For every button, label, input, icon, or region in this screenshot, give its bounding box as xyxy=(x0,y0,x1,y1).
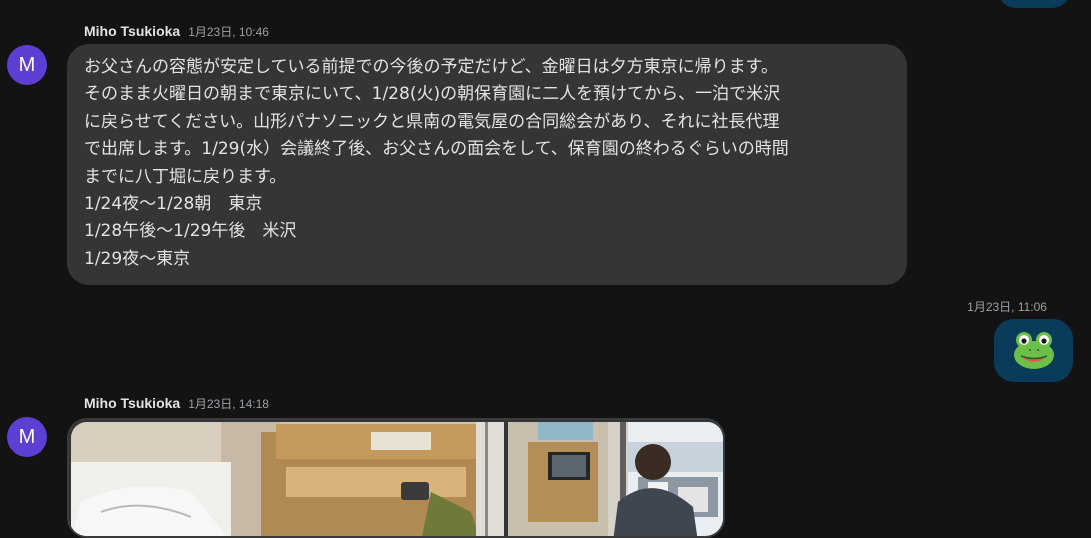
sender-name: Miho Tsukioka xyxy=(84,23,181,39)
message-text-line: に戻らせてください。山形パナソニックと県南の電気屋の合同総会があり、それに社長代… xyxy=(84,111,780,132)
message-text-line: 1/24夜〜1/28朝 東京 xyxy=(84,193,263,214)
frog-face-icon xyxy=(1014,332,1054,369)
message-text-line: までに八丁堀に戻ります。 xyxy=(84,166,287,187)
message-bubble[interactable]: お父さんの容態が安定している前提での今後の予定だけど、金曜日は夕方東京に帰ります… xyxy=(67,44,907,285)
image-attachment-group[interactable] xyxy=(67,418,725,538)
outgoing-emoji-bubble[interactable] xyxy=(994,319,1073,382)
avatar[interactable]: M xyxy=(7,45,47,85)
message-text-line: 1/28午後〜1/29午後 米沢 xyxy=(84,221,297,242)
message-text-line: 1/29夜〜東京 xyxy=(84,248,191,269)
hospital-room-photo xyxy=(71,422,504,536)
message-timestamp: 1月23日, 10:46 xyxy=(188,25,269,39)
window-view-photo xyxy=(508,422,723,536)
message-text-line: で出席します。1/29(水）会議終了後、お父さんの面会をして、保育園の終わるぐら… xyxy=(84,139,789,160)
message-header: Miho Tsukioka 1月23日, 14:18 xyxy=(84,394,269,412)
message-text-line: そのまま火曜日の朝まで東京にいて、1/28(火)の朝保育園に二人を預けてから、一… xyxy=(84,84,781,105)
previous-outgoing-bubble[interactable] xyxy=(998,0,1070,8)
photo-thumbnail[interactable] xyxy=(71,422,504,536)
message-timestamp: 1月23日, 11:06 xyxy=(967,300,1047,314)
message-timestamp: 1月23日, 14:18 xyxy=(188,397,269,411)
message-header: Miho Tsukioka 1月23日, 10:46 xyxy=(84,22,269,40)
avatar[interactable]: M xyxy=(7,417,47,457)
photo-thumbnail[interactable] xyxy=(508,422,723,536)
message-text-line: お父さんの容態が安定している前提での今後の予定だけど、金曜日は夕方東京に帰ります… xyxy=(84,57,778,77)
sender-name: Miho Tsukioka xyxy=(84,395,181,411)
